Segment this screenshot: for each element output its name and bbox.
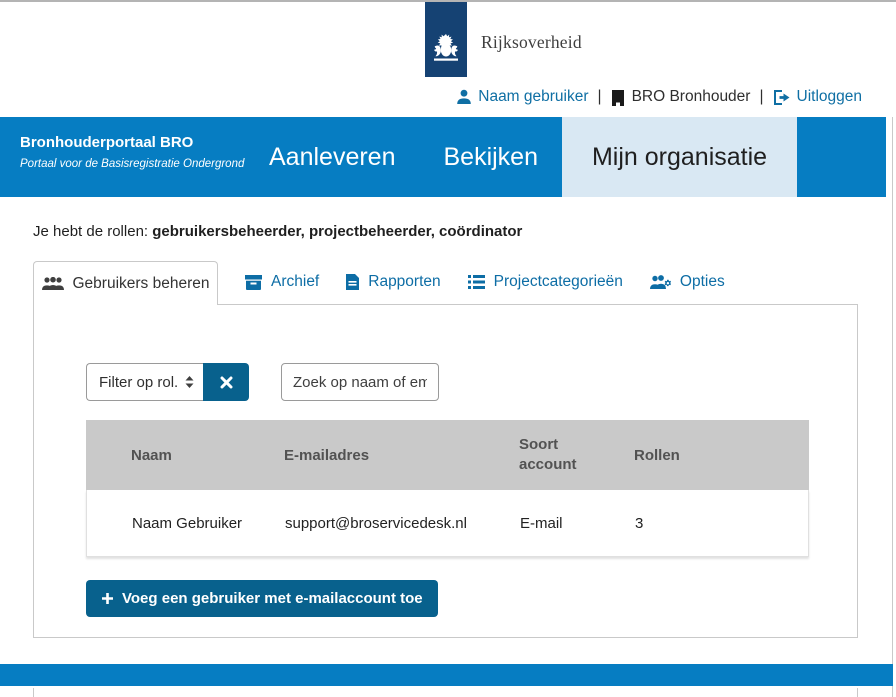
user-bar: Naam gebruiker | BRO Bronhouder | Uitlog…	[456, 88, 862, 106]
nav-items: Aanleveren Bekijken Mijn organisatie	[245, 117, 797, 197]
logout-link[interactable]: Uitloggen	[773, 88, 863, 106]
separator: |	[596, 88, 604, 106]
table-row[interactable]: Naam Gebruiker support@broservicedesk.nl…	[86, 490, 809, 557]
tab-label: Opties	[680, 273, 725, 291]
cell-rollen: 3	[635, 515, 808, 532]
tab-archief[interactable]: Archief	[245, 273, 319, 304]
rijksoverheid-logo	[425, 2, 467, 77]
add-user-label: Voeg een gebruiker met e-mailaccount toe	[122, 590, 423, 607]
organisation-context: BRO Bronhouder	[611, 88, 751, 106]
building-icon	[611, 89, 625, 106]
search-input[interactable]	[281, 363, 439, 401]
nav-item-bekijken[interactable]: Bekijken	[419, 117, 562, 197]
cell-emailadres: support@broservicedesk.nl	[285, 515, 520, 532]
archive-icon	[245, 275, 262, 290]
roles-line: Je hebt de rollen: gebruikersbeheerder, …	[33, 223, 858, 240]
table-header-row: Naam E-mailadres Soort account Rollen	[86, 420, 809, 490]
users-table: Naam E-mailadres Soort account Rollen Na…	[86, 420, 809, 557]
role-filter-group: Filter op rol.	[86, 363, 249, 401]
portal-brand: Bronhouderportaal BRO Portaal voor de Ba…	[0, 117, 245, 197]
tabs-row: Gebruikers beheren Archief Rapporten Pro…	[33, 261, 858, 304]
tab-gebruikers-beheren[interactable]: Gebruikers beheren	[33, 261, 218, 305]
user-name: Naam gebruiker	[478, 88, 588, 106]
users-panel: Filter op rol. Naam E-mailadres Soort ac…	[33, 304, 858, 638]
column-header-soort-account: Soort account	[519, 435, 589, 475]
portal-title: Bronhouderportaal BRO	[20, 134, 245, 151]
separator: |	[757, 88, 765, 106]
plus-icon	[101, 592, 114, 605]
column-header-emailadres: E-mailadres	[284, 447, 519, 464]
user-icon	[456, 89, 472, 105]
clear-filter-button[interactable]	[203, 363, 249, 401]
roles-label: Je hebt de rollen:	[33, 223, 148, 240]
column-header-rollen: Rollen	[634, 447, 809, 464]
tab-label: Rapporten	[368, 273, 440, 291]
users-gear-icon	[650, 275, 671, 290]
logout-label: Uitloggen	[797, 88, 863, 106]
main-content: Je hebt de rollen: gebruikersbeheerder, …	[0, 223, 896, 638]
nav-item-aanleveren[interactable]: Aanleveren	[245, 117, 419, 197]
report-icon	[346, 274, 359, 290]
logout-icon	[773, 89, 791, 106]
portal-subtitle: Portaal voor de Basisregistratie Ondergr…	[20, 158, 245, 170]
role-filter-select[interactable]: Filter op rol.	[86, 363, 203, 401]
tab-opties[interactable]: Opties	[650, 273, 725, 304]
user-profile-link[interactable]: Naam gebruiker	[456, 88, 588, 106]
tab-label: Projectcategorieën	[494, 273, 623, 291]
tab-label: Gebruikers beheren	[73, 275, 210, 293]
close-icon	[220, 376, 233, 389]
updown-arrows-icon	[185, 376, 194, 388]
site-header: Rijksoverheid Naam gebruiker | BRO Bronh…	[0, 2, 896, 117]
main-navigation: Bronhouderportaal BRO Portaal voor de Ba…	[0, 117, 886, 197]
users-icon	[42, 277, 64, 291]
roles-value: gebruikersbeheerder, projectbeheerder, c…	[152, 223, 522, 240]
list-icon	[468, 275, 485, 289]
cell-soort-account: E-mail	[520, 515, 635, 532]
tab-rapporten[interactable]: Rapporten	[346, 273, 440, 304]
filter-row: Filter op rol.	[86, 363, 817, 401]
footer-bar	[0, 664, 893, 686]
next-section-edge	[33, 688, 858, 697]
logo-wordmark: Rijksoverheid	[481, 32, 582, 53]
column-header-naam: Naam	[131, 447, 284, 464]
cell-naam: Naam Gebruiker	[132, 515, 285, 532]
add-user-button[interactable]: Voeg een gebruiker met e-mailaccount toe	[86, 580, 438, 617]
tab-label: Archief	[271, 273, 319, 291]
rijksoverheid-crest-icon	[431, 32, 461, 66]
tab-projectcategorieen[interactable]: Projectcategorieën	[468, 273, 623, 304]
role-filter-label: Filter op rol.	[99, 374, 178, 391]
nav-item-mijn-organisatie[interactable]: Mijn organisatie	[562, 117, 797, 197]
organisation-name: BRO Bronhouder	[632, 88, 751, 106]
